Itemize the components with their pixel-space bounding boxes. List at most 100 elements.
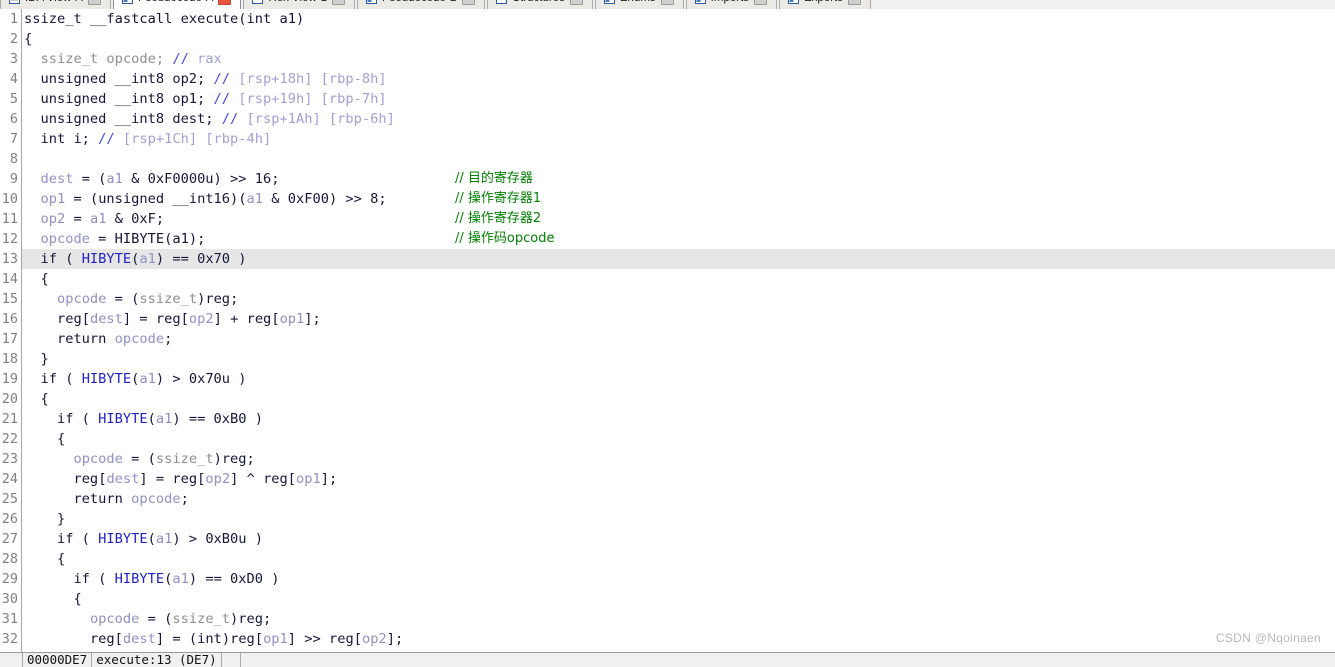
code-line[interactable]: reg[dest] = reg[op2] + reg[op1]; [22, 309, 1335, 329]
code-token: } [24, 511, 66, 527]
code-token: [rsp+1Ch] [rbp-4h] [122, 131, 272, 147]
tab-close-icon[interactable] [569, 0, 583, 5]
imports-icon [694, 0, 706, 4]
code-line[interactable]: reg[dest] = reg[op2] ^ reg[op1]; [22, 469, 1335, 489]
code-token: reg [56, 311, 82, 327]
code-line[interactable]: { [22, 269, 1335, 289]
tab-pseudocode-b[interactable]: Pseudocode-B [357, 0, 486, 9]
status-address: 00000DE7 [22, 653, 93, 667]
code-token: [rsp+19h] [rbp-7h] [238, 91, 387, 107]
code-token: & 0xF00) >> 8; [263, 191, 387, 207]
code-token: HIBYTE [81, 371, 132, 387]
pseudocode-editor[interactable]: 1 2 3 4 5 6 7 8 9 10 11 12 13 14 15 16 17 18 19 20 21 22 23 24 2… [0, 9, 1335, 654]
code-token: [ [287, 471, 297, 487]
code-line[interactable]: int i; // [rsp+1Ch] [rbp-4h] [22, 129, 1335, 149]
tab-close-icon[interactable] [754, 0, 768, 5]
code-token: dest [40, 171, 74, 187]
code-token: ) [221, 631, 231, 647]
code-line[interactable]: if ( HIBYTE(a1) == 0xB0 ) [22, 409, 1335, 429]
code-token: dest [106, 471, 140, 487]
code-line[interactable]: unsigned __int8 dest; // [rsp+1Ah] [rbp-… [22, 109, 1335, 129]
line-number: 3 [9, 51, 18, 67]
code-line[interactable]: } [22, 349, 1335, 369]
code-line[interactable]: opcode = (ssize_t)reg; [22, 449, 1335, 469]
code-token: a1 [172, 231, 189, 247]
code-line[interactable]: if ( HIBYTE(a1) > 0x70u ) [22, 369, 1335, 389]
tab-close-icon[interactable] [218, 0, 232, 5]
code-token: ; [155, 51, 165, 67]
code-line[interactable] [22, 149, 1335, 169]
code-token: { [24, 431, 66, 447]
code-line[interactable]: { [22, 549, 1335, 569]
code-token: if ( [24, 371, 82, 387]
code-line[interactable]: ssize_t opcode; // rax [22, 49, 1335, 69]
code-line[interactable]: unsigned __int8 op2; // [rsp+18h] [rbp-8… [22, 69, 1335, 89]
code-token: return [24, 331, 115, 347]
code-line[interactable]: { [22, 589, 1335, 609]
code-token: HIBYTE [114, 231, 165, 247]
code-token: ] ^ [230, 471, 264, 487]
status-bar: 00000DE7 execute:13 (DE7) [0, 652, 1335, 667]
code-token: ssize_t [24, 51, 107, 67]
code-token: unsigned __int8 op2; [24, 71, 206, 87]
code-token: { [24, 31, 33, 47]
code-line[interactable]: if ( HIBYTE(a1) > 0xB0u ) [22, 529, 1335, 549]
code-token: ) [213, 451, 222, 467]
code-line[interactable]: ssize_t __fastcall execute(int a1) [22, 9, 1335, 29]
tab-structures[interactable]: Structures [487, 0, 593, 9]
code-token: ssize_t [139, 291, 198, 307]
code-token: [ [180, 311, 189, 327]
tab-enums[interactable]: Enums [594, 0, 684, 9]
exports-icon [788, 0, 800, 4]
code-token: if ( [24, 251, 82, 267]
code-line[interactable]: opcode = (ssize_t)reg; [22, 609, 1335, 629]
code-token: a1 [155, 531, 173, 547]
code-line[interactable]: { [22, 389, 1335, 409]
code-token: rax [197, 51, 222, 67]
inline-comment: // 操作寄存器1 [455, 191, 542, 206]
code-token: ); [188, 231, 206, 247]
code-token: if ( [24, 571, 115, 587]
code-line[interactable]: op1 = (unsigned __int16)(a1 & 0xF00) >> … [22, 189, 1335, 209]
code-line[interactable]: if ( HIBYTE(a1) == 0xD0 ) [22, 569, 1335, 589]
tab-label: Enums [620, 0, 656, 5]
code-line[interactable]: { [22, 29, 1335, 49]
tab-imports[interactable]: Imports [685, 0, 778, 9]
line-number: 4 [9, 71, 18, 87]
code-token: = ( [65, 191, 99, 207]
tab-close-icon[interactable] [87, 0, 101, 5]
code-area[interactable]: ssize_t __fastcall execute(int a1) { ssiz… [22, 9, 1335, 654]
code-token: HIBYTE [98, 411, 148, 427]
code-token: ssize_t [172, 611, 231, 627]
tab-ida-view-a[interactable]: IDA View-A [0, 0, 111, 9]
code-line[interactable]: opcode = (ssize_t)reg; [22, 289, 1335, 309]
code-line[interactable]: opcode = HIBYTE(a1);// 操作码opcode [22, 229, 1335, 249]
code-line[interactable]: reg[dest] = (int)reg[op1] >> reg[op2]; [22, 629, 1335, 649]
line-number: 7 [9, 131, 18, 147]
code-line[interactable]: { [22, 429, 1335, 449]
tab-close-icon[interactable] [848, 0, 862, 5]
code-line[interactable]: } [22, 509, 1335, 529]
tab-close-icon[interactable] [462, 0, 476, 5]
code-line[interactable]: op2 = a1 & 0xF; // 操作寄存器2 [22, 209, 1335, 229]
code-line[interactable]: dest = (a1 & 0xF0000u) >> 16; // 目的寄存器 [22, 169, 1335, 189]
code-line[interactable]: unsigned __int8 op1; // [rsp+19h] [rbp-7… [22, 89, 1335, 109]
tab-close-icon[interactable] [660, 0, 674, 5]
code-line[interactable]: return opcode; [22, 329, 1335, 349]
code-token: HIBYTE [114, 571, 165, 587]
tab-exports[interactable]: Exports [779, 0, 872, 9]
code-token: ]; [304, 311, 321, 327]
code-token: ) == 0xD0 ) [188, 571, 280, 587]
code-token: int [197, 631, 222, 647]
tab-hex-view-1[interactable]: Hex View-1 [243, 0, 355, 9]
code-token: = [65, 211, 90, 227]
tab-pseudocode-a[interactable]: Pseudocode-A [112, 0, 242, 9]
code-line[interactable]: return opcode; [22, 489, 1335, 509]
tab-close-icon[interactable] [332, 0, 345, 5]
code-line[interactable]: if ( HIBYTE(a1) == 0x70 ) [22, 249, 1335, 269]
code-token: ] = [122, 311, 156, 327]
